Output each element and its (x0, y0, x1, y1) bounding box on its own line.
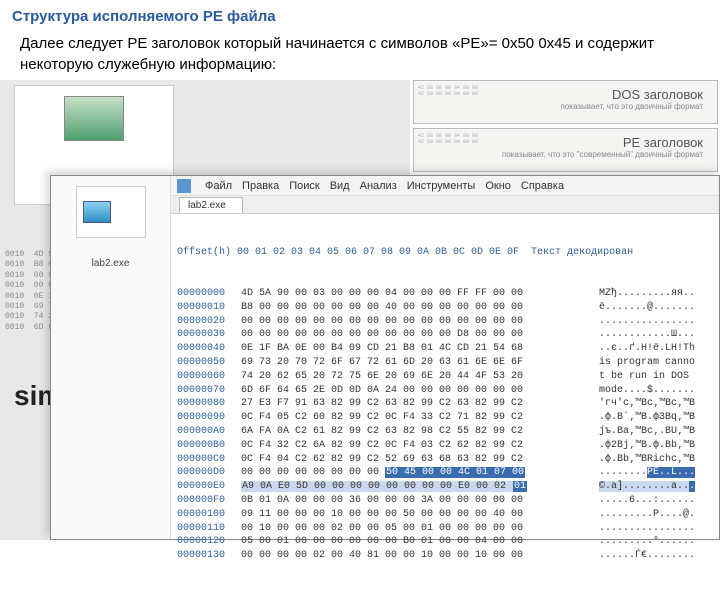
hex-row[interactable]: 000000C00C F4 04 C2 62 82 99 C2 52 69 63… (177, 453, 713, 467)
menu-file[interactable]: Файл (205, 180, 232, 192)
menu-view[interactable]: Вид (330, 180, 350, 192)
dos-box-sub: показывает, что это двоичный формат (414, 102, 717, 111)
hex-row[interactable]: 0000011000 10 00 00 00 02 00 00 05 00 01… (177, 522, 713, 536)
hex-row[interactable]: 0000008027 E3 F7 91 63 82 99 C2 63 82 99… (177, 397, 713, 411)
tab-bar: lab2.exe (171, 196, 719, 214)
hex-row[interactable]: 0000002000 00 00 00 00 00 00 00 00 00 00… (177, 315, 713, 329)
hex-row[interactable]: 000000900C F4 05 C2 60 82 99 C2 0C F4 33… (177, 411, 713, 425)
app-icon (177, 179, 191, 193)
hex-row[interactable]: 000000E0A9 0A E0 5D 00 00 00 00 00 00 00… (177, 480, 713, 494)
hex-row[interactable]: 0000005069 73 20 70 72 6F 67 72 61 6D 20… (177, 356, 713, 370)
slide-body-text: Далее следует PE заголовок который начин… (0, 29, 720, 85)
menu-help[interactable]: Справка (521, 180, 564, 192)
hex-row[interactable]: 0000013000 00 00 00 02 00 40 81 00 00 10… (177, 549, 713, 563)
hex-row[interactable]: 000000004D 5A 90 00 03 00 00 00 04 00 00… (177, 287, 713, 301)
file-tab[interactable]: lab2.exe (179, 197, 243, 213)
menu-search[interactable]: Поиск (289, 180, 319, 192)
hex-row[interactable]: 0000010009 11 00 00 00 10 00 00 00 50 00… (177, 508, 713, 522)
editor-sidebar: lab2.exe (51, 176, 171, 539)
hex-row[interactable]: 000000706D 6F 64 65 2E 0D 0D 0A 24 00 00… (177, 384, 713, 398)
file-preview-icon (83, 201, 111, 223)
file-preview (76, 186, 146, 238)
hex-row[interactable]: 000000B00C F4 32 C2 6A 82 99 C2 0C F4 03… (177, 439, 713, 453)
hex-editor-window: lab2.exe Файл Правка Поиск Вид Анализ Ин… (50, 175, 720, 540)
pe-header-box: 42 50 00 00 04 00 00 42 50 00 00 04 00 0… (413, 128, 718, 172)
menu-edit[interactable]: Правка (242, 180, 279, 192)
menu-bar: Файл Правка Поиск Вид Анализ Инструменты… (171, 176, 719, 196)
sidebar-file-label: lab2.exe (51, 258, 170, 269)
pe-side-hex: 42 50 00 00 04 00 00 42 50 00 00 04 00 0… (418, 133, 478, 145)
hex-row[interactable]: 000000D000 00 00 00 00 00 00 00 50 45 00… (177, 466, 713, 480)
menu-window[interactable]: Окно (485, 180, 511, 192)
hex-header-row: Offset(h) 00 01 02 03 04 05 06 07 08 09 … (177, 246, 713, 260)
hex-view[interactable]: Offset(h) 00 01 02 03 04 05 06 07 08 09 … (171, 214, 719, 595)
hex-row[interactable]: 0000003000 00 00 00 00 00 00 00 00 00 00… (177, 328, 713, 342)
hex-row[interactable]: 000000F00B 01 0A 00 00 00 36 00 00 00 3A… (177, 494, 713, 508)
hex-row[interactable]: 0000012005 00 01 00 00 00 00 00 00 B0 01… (177, 535, 713, 549)
menu-tools[interactable]: Инструменты (407, 180, 476, 192)
hex-row[interactable]: 0000006074 20 62 65 20 72 75 6E 20 69 6E… (177, 370, 713, 384)
dos-header-box: 42 50 00 00 04 00 00 42 50 00 00 04 00 0… (413, 80, 718, 124)
slide-title: Структура исполняемого PE файла (0, 0, 720, 29)
editor-main-area: Файл Правка Поиск Вид Анализ Инструменты… (171, 176, 719, 539)
hex-row[interactable]: 000000A06A FA 0A C2 61 82 99 C2 63 82 98… (177, 425, 713, 439)
hex-row[interactable]: 00000010B8 00 00 00 00 00 00 00 40 00 00… (177, 301, 713, 315)
hex-row[interactable]: 000000400E 1F BA 0E 00 B4 09 CD 21 B8 01… (177, 342, 713, 356)
menu-analysis[interactable]: Анализ (360, 180, 397, 192)
dos-side-hex: 42 50 00 00 04 00 00 42 50 00 00 04 00 0… (418, 85, 478, 97)
file-thumbnail (64, 96, 124, 141)
pe-box-sub: показывает, что это "современный" двоичн… (414, 150, 717, 159)
